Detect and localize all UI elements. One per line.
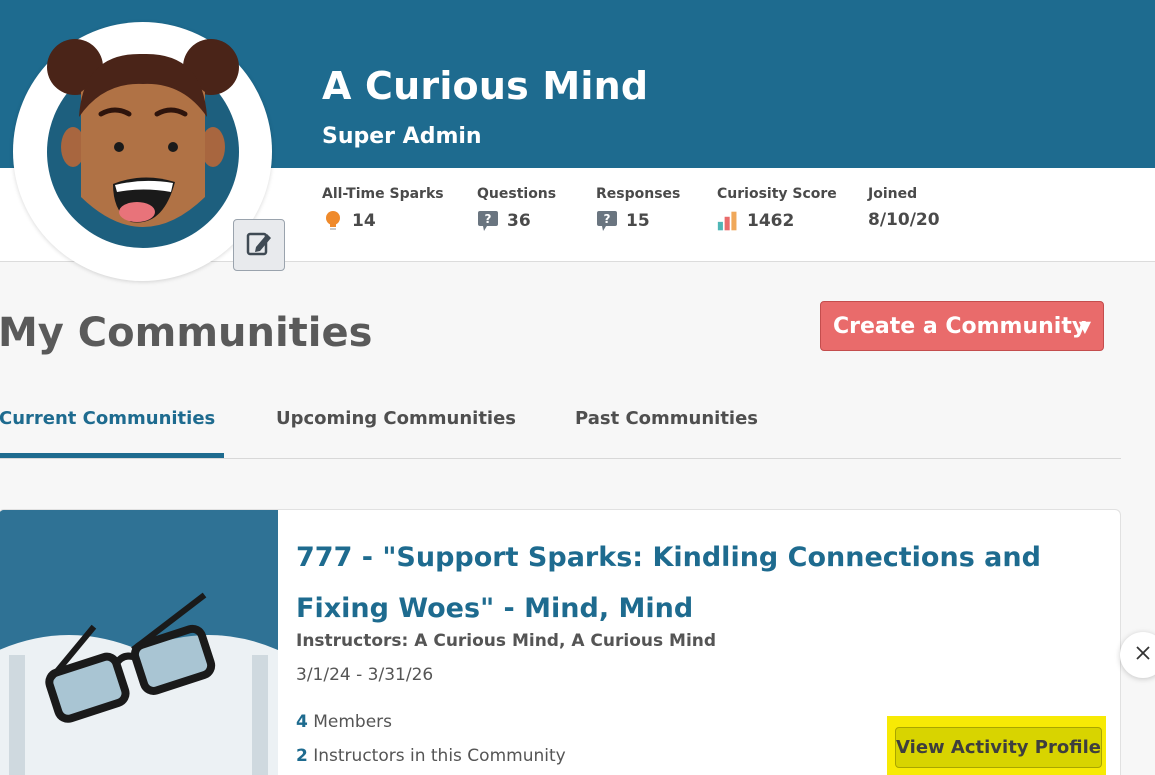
stat-questions-label: Questions bbox=[477, 186, 557, 202]
community-tabs: Current Communities Upcoming Communities… bbox=[0, 396, 1121, 459]
tab-past-communities[interactable]: Past Communities bbox=[575, 408, 758, 429]
members-count-line: 4 Members bbox=[296, 712, 392, 732]
tab-current-communities[interactable]: Current Communities bbox=[0, 408, 215, 429]
stat-responses: Responses ? 15 bbox=[596, 186, 680, 232]
stat-sparks-value: 14 bbox=[352, 211, 376, 231]
course-title-link[interactable]: 777 - "Support Sparks: Kindling Connecti… bbox=[296, 532, 1096, 634]
stat-joined: Joined 8/10/20 bbox=[868, 186, 940, 230]
active-tab-indicator bbox=[0, 453, 224, 458]
svg-text:?: ? bbox=[604, 212, 611, 226]
stat-joined-label: Joined bbox=[868, 186, 918, 202]
stat-questions-value: 36 bbox=[507, 211, 531, 231]
close-float-button[interactable] bbox=[1120, 632, 1155, 678]
book-glasses-icon bbox=[0, 510, 278, 775]
tab-upcoming-communities[interactable]: Upcoming Communities bbox=[276, 408, 516, 429]
stat-sparks-label: All-Time Sparks bbox=[322, 186, 444, 202]
lightbulb-icon bbox=[322, 210, 344, 232]
stat-questions: Questions ? 36 bbox=[477, 186, 556, 232]
instructors-count: 2 bbox=[296, 746, 308, 766]
page-title: My Communities bbox=[0, 310, 373, 356]
stat-responses-label: Responses bbox=[596, 186, 681, 202]
stat-curiosity-label: Curiosity Score bbox=[717, 186, 837, 202]
stat-joined-value: 8/10/20 bbox=[868, 210, 940, 230]
bar-chart-icon bbox=[717, 210, 739, 232]
create-community-label: Create a Community bbox=[833, 313, 1087, 339]
chevron-down-icon: ▼ bbox=[1078, 317, 1091, 336]
profile-role: Super Admin bbox=[322, 124, 482, 149]
question-bubble-icon: ? bbox=[596, 210, 618, 232]
question-bubble-icon: ? bbox=[477, 210, 499, 232]
instructors-count-label: Instructors in this Community bbox=[307, 746, 566, 766]
course-instructors: Instructors: A Curious Mind, A Curious M… bbox=[296, 631, 717, 651]
stat-curiosity-value: 1462 bbox=[747, 211, 795, 231]
svg-text:?: ? bbox=[485, 212, 492, 226]
close-icon bbox=[1135, 645, 1151, 665]
profile-name: A Curious Mind bbox=[322, 64, 649, 108]
members-label: Members bbox=[307, 712, 393, 732]
create-community-button[interactable]: Create a Community ▼ bbox=[820, 301, 1104, 351]
instructors-count-line: 2 Instructors in this Community bbox=[296, 746, 566, 766]
stat-curiosity: Curiosity Score 1462 bbox=[717, 186, 837, 232]
stat-responses-value: 15 bbox=[626, 211, 650, 231]
view-activity-profile-button[interactable]: View Activity Profile bbox=[895, 727, 1102, 768]
members-count: 4 bbox=[296, 712, 308, 732]
stat-sparks: All-Time Sparks 14 bbox=[322, 186, 444, 232]
edit-pencil-icon bbox=[245, 229, 273, 261]
course-dates: 3/1/24 - 3/31/26 bbox=[296, 665, 434, 685]
edit-profile-button[interactable] bbox=[233, 219, 285, 271]
